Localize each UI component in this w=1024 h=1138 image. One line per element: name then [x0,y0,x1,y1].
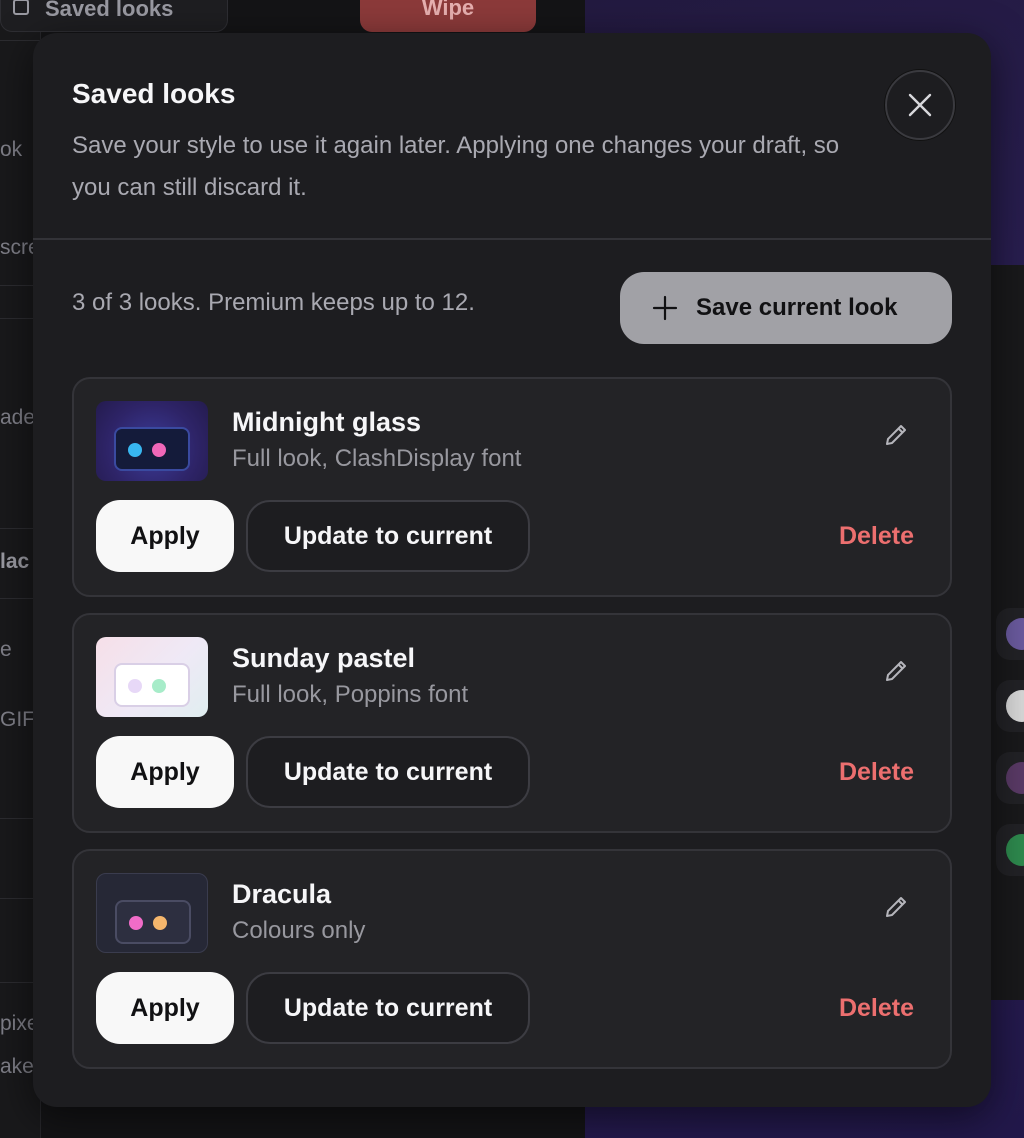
saved-looks-tab[interactable]: Saved looks [0,0,228,32]
save-current-look-button[interactable]: Save current look [620,272,952,344]
look-meta: Full look, ClashDisplay font [232,445,522,472]
theme-swatch[interactable] [996,752,1024,804]
delete-button[interactable]: Delete [814,972,914,1044]
apply-button[interactable]: Apply [96,500,234,572]
look-meta: Colours only [232,917,366,944]
wipe-button[interactable]: Wipe [360,0,536,32]
look-name: Midnight glass [232,407,421,437]
look-thumbnail [96,637,208,717]
apply-button[interactable]: Apply [96,972,234,1044]
close-button[interactable] [885,70,955,140]
apply-button[interactable]: Apply [96,736,234,808]
look-thumbnail [96,401,208,481]
rename-look-button[interactable] [876,415,916,455]
look-thumbnail [96,873,208,953]
looks-count: 3 of 3 looks. Premium keeps up to 12. [72,289,475,316]
theme-swatch[interactable] [996,680,1024,732]
modal-title: Saved looks [72,78,236,109]
update-to-current-button[interactable]: Update to current [246,736,530,808]
look-card: Sunday pastel Full look, Poppins font Ap… [72,613,952,833]
rename-look-button[interactable] [876,887,916,927]
look-card: Dracula Colours only Apply Update to cur… [72,849,952,1069]
theme-swatch[interactable] [996,824,1024,876]
saved-looks-modal: Saved looks Save your style to use it ag… [33,33,991,1107]
save-current-look-label: Save current look [696,294,898,321]
update-to-current-button[interactable]: Update to current [246,500,530,572]
theme-swatch[interactable] [996,608,1024,660]
delete-button[interactable]: Delete [814,736,914,808]
document-icon [13,0,29,15]
look-name: Sunday pastel [232,643,416,673]
update-to-current-button[interactable]: Update to current [246,972,530,1044]
header-divider [33,238,991,240]
pencil-icon [886,661,906,681]
saved-looks-tab-label: Saved looks [45,0,174,21]
rename-look-button[interactable] [876,651,916,691]
close-icon [908,93,932,117]
plus-icon [652,295,678,321]
pencil-icon [886,425,906,445]
modal-description: Save your style to use it again later. A… [72,132,840,201]
look-card: Midnight glass Full look, ClashDisplay f… [72,377,952,597]
delete-button[interactable]: Delete [814,500,914,572]
look-meta: Full look, Poppins font [232,681,469,708]
look-name: Dracula [232,879,332,909]
pencil-icon [886,897,906,917]
